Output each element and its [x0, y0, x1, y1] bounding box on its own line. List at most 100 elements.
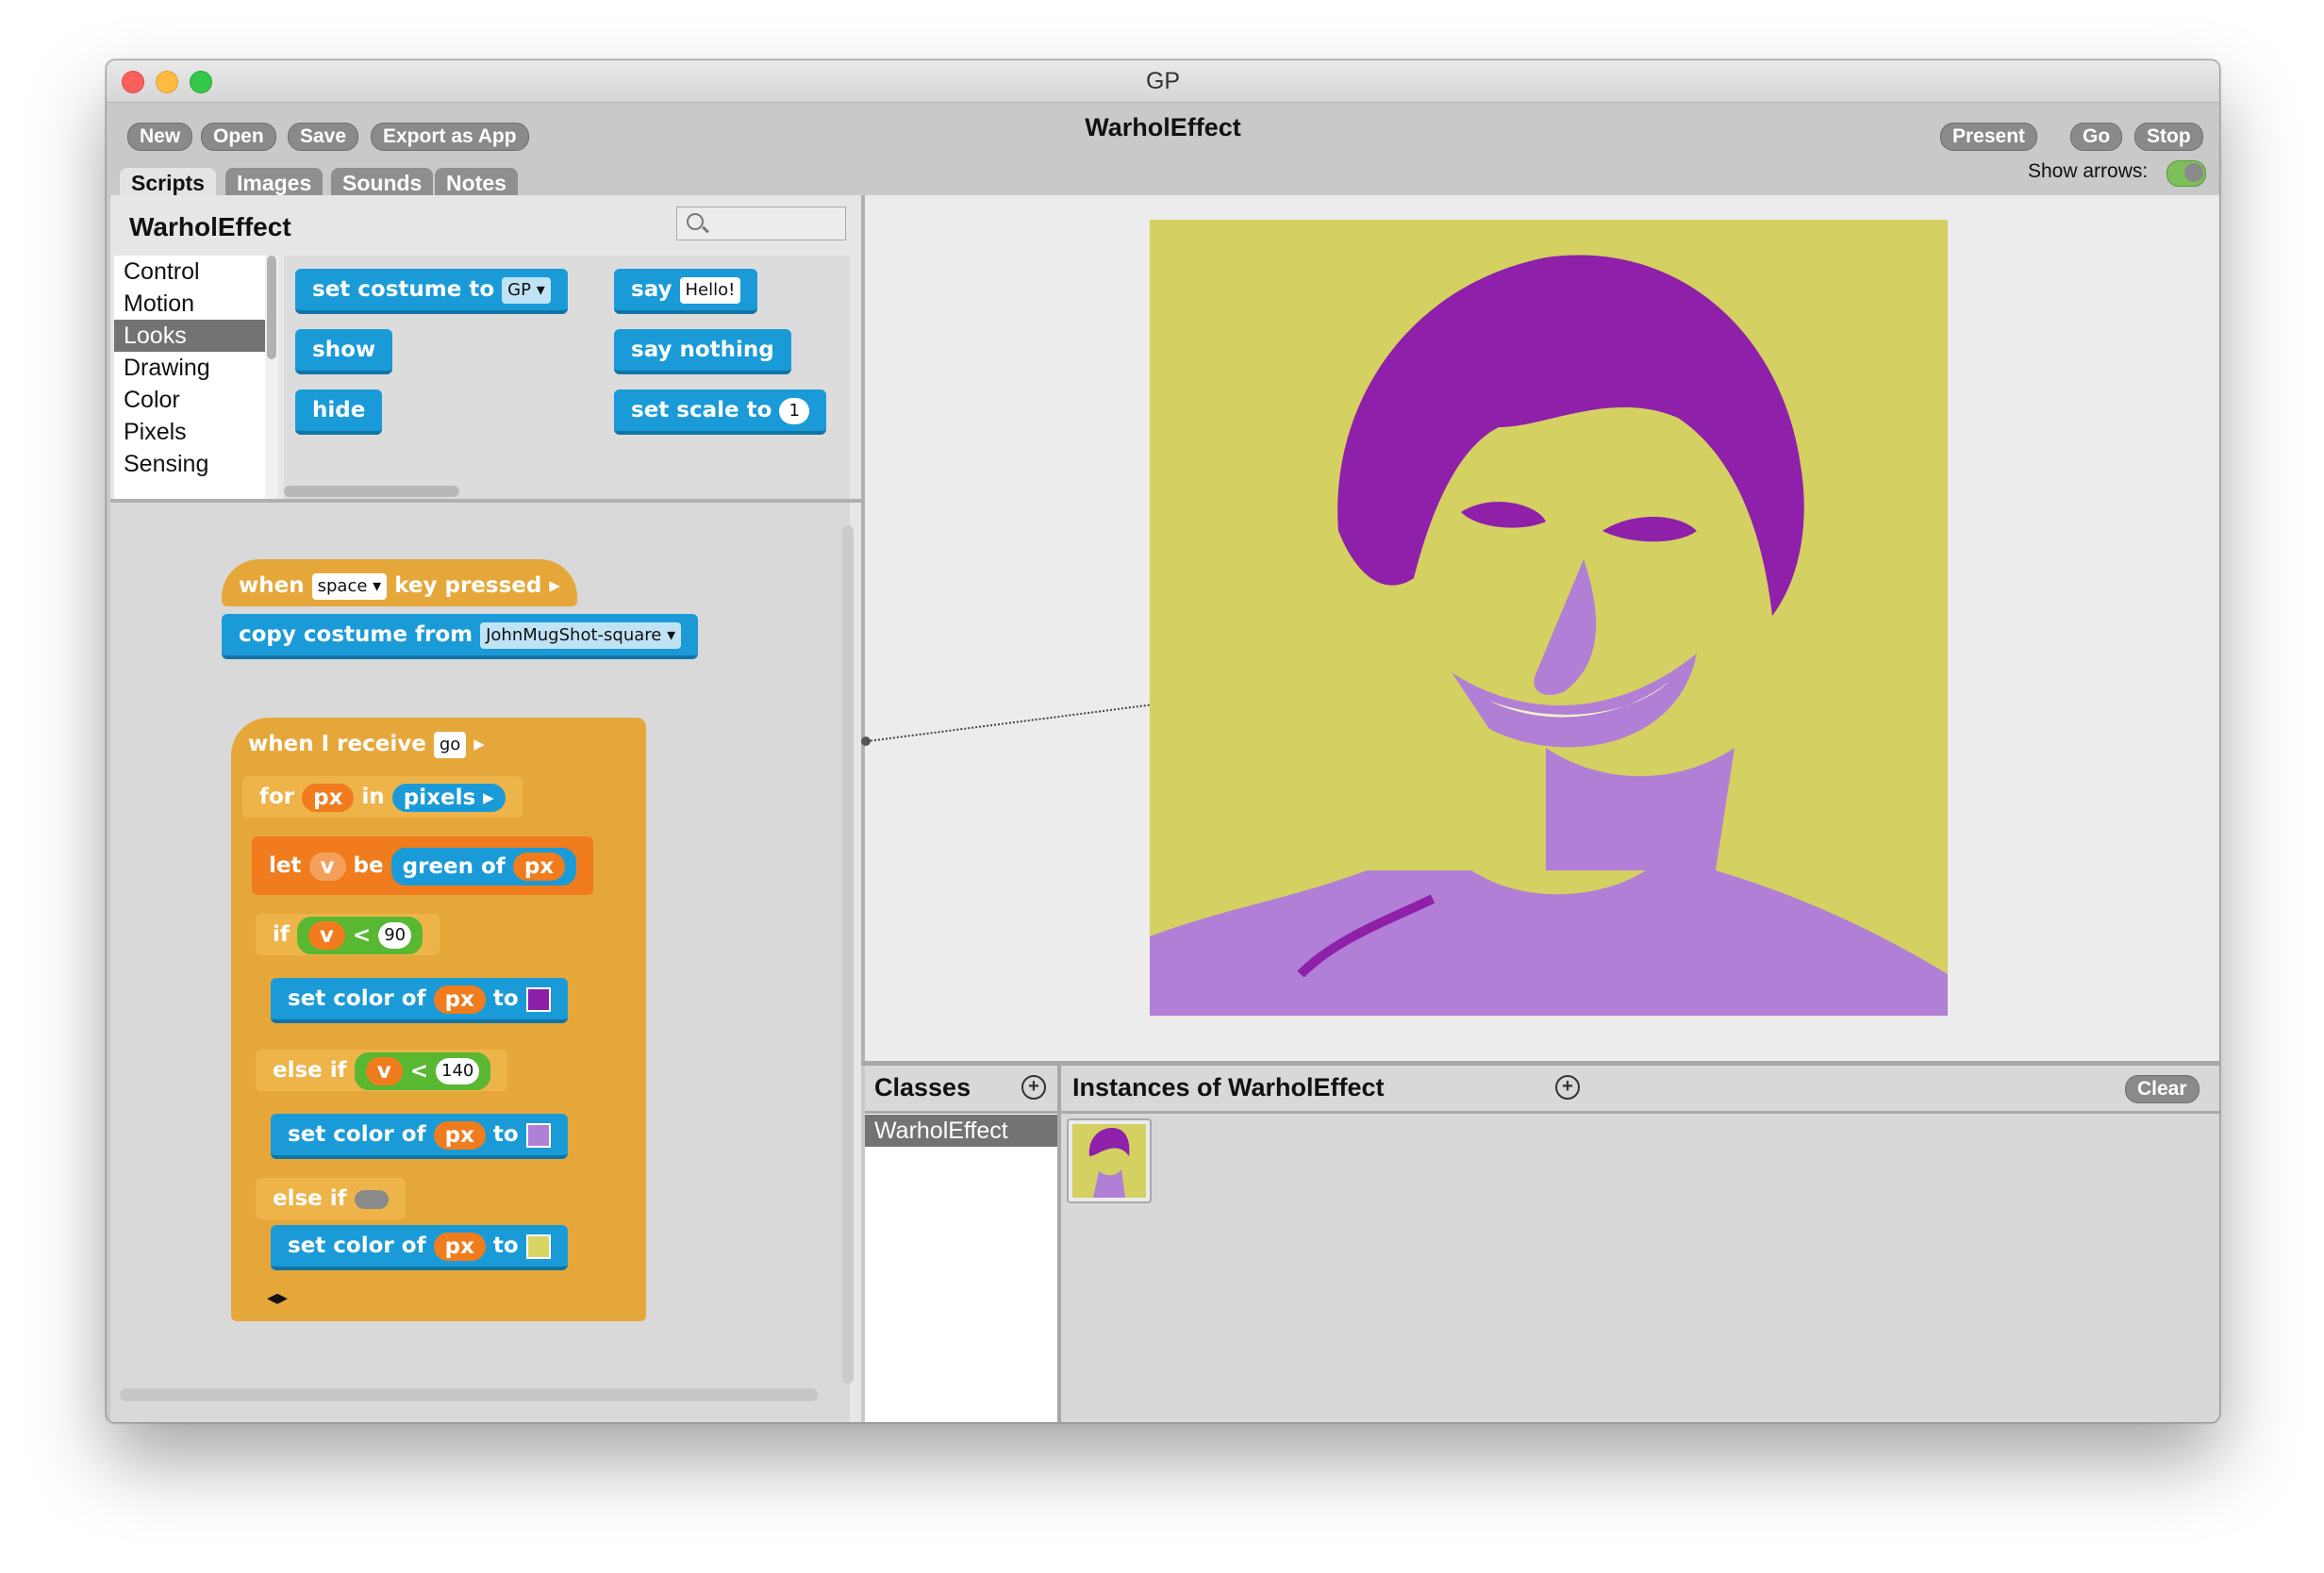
if-label: if [273, 922, 290, 947]
project-title: WarholEffect [1085, 113, 1241, 141]
else-if-label-2: else if [273, 1186, 347, 1211]
gp-window: GP New Open Save Export as App WarholEff… [106, 59, 2220, 1423]
instances-title: Instances of WarholEffect [1072, 1073, 1385, 1101]
warhol-face-icon [1150, 220, 1948, 1016]
when-receive-hat-block[interactable]: when I receive go ▸ [231, 723, 502, 765]
set-color-px-2[interactable]: px [433, 1120, 486, 1150]
add-class-icon[interactable]: + [1021, 1075, 1046, 1100]
when-key-hat-block[interactable]: when space ▾ key pressed ▸ [222, 559, 577, 606]
in-label: in [361, 785, 385, 809]
scripts-hscroll[interactable] [120, 1388, 818, 1401]
be-label: be [353, 853, 384, 878]
category-control[interactable]: Control [114, 256, 265, 288]
lt-op-1: < [352, 922, 372, 948]
scale-input[interactable]: 1 [779, 397, 809, 424]
copy-costume-label: copy costume from [239, 622, 473, 647]
set-color-block-1[interactable]: set color of px to [271, 978, 568, 1023]
else-if-block-2[interactable]: else if [256, 1178, 406, 1219]
set-color-px-1[interactable]: px [433, 985, 486, 1014]
title-bar: GP [107, 60, 2219, 103]
green-of-px[interactable]: px [512, 853, 566, 881]
say-block[interactable]: say Hello! [614, 269, 758, 314]
category-sensing[interactable]: Sensing [114, 448, 265, 480]
else-if-block-1[interactable]: else if v < 140 [256, 1050, 508, 1091]
add-instance-icon[interactable]: + [1555, 1075, 1580, 1100]
warhol-image[interactable] [1150, 220, 1948, 1016]
green-of-label: green of [402, 853, 506, 879]
set-color-px-3[interactable]: px [433, 1232, 486, 1261]
color-swatch-yellow[interactable] [525, 1234, 551, 1259]
costume-source-dropdown[interactable]: JohnMugShot-square ▾ [480, 621, 682, 649]
if-block[interactable]: if v < 90 [256, 914, 440, 955]
category-drawing[interactable]: Drawing [114, 352, 265, 384]
v-variable[interactable]: v [308, 852, 346, 881]
set-color-label-3: set color of [288, 1234, 426, 1258]
category-looks[interactable]: Looks [114, 320, 265, 352]
set-costume-block[interactable]: set costume to GP ▾ [295, 269, 568, 314]
block-palette: set costume to GP ▾ show hide say Hello!… [284, 256, 850, 499]
tab-notes[interactable]: Notes [435, 168, 518, 198]
set-color-label-1: set color of [288, 986, 426, 1011]
category-list: Control Motion Looks Drawing Color Pixel… [114, 256, 265, 499]
classes-title: Classes [874, 1073, 971, 1101]
px-variable[interactable]: px [302, 783, 355, 812]
category-scrollbar[interactable] [265, 256, 278, 499]
for-loop-block[interactable]: for px in pixels ▸ [242, 776, 523, 818]
show-block[interactable]: show [295, 329, 393, 374]
go-button[interactable]: Go [2070, 123, 2123, 151]
tab-sounds[interactable]: Sounds [331, 168, 434, 198]
message-input[interactable]: go [433, 731, 467, 758]
n2-input[interactable]: 140 [436, 1058, 480, 1085]
category-motion[interactable]: Motion [114, 288, 265, 320]
category-scroll-thumb[interactable] [267, 256, 276, 359]
boolean-toggle[interactable] [354, 1189, 389, 1209]
lt-op-2: < [409, 1058, 428, 1084]
say-nothing-block[interactable]: say nothing [614, 329, 791, 374]
to-label-2: to [492, 1122, 519, 1147]
stage[interactable] [861, 195, 2219, 1061]
category-pixels[interactable]: Pixels [114, 416, 265, 448]
if-v-var[interactable]: v [307, 921, 345, 950]
scripts-vscroll[interactable] [842, 525, 854, 1383]
hide-block[interactable]: hide [295, 389, 383, 435]
scripts-panel: WarholEffect Control Motion Looks Drawin… [110, 195, 861, 1422]
copy-costume-block[interactable]: copy costume from JohnMugShot-square ▾ [222, 614, 699, 659]
v-less-140-condition[interactable]: v < 140 [354, 1051, 491, 1090]
v-less-90-condition[interactable]: v < 90 [296, 916, 423, 954]
instances-pane: Instances of WarholEffect + Clear [1061, 1066, 2219, 1422]
color-swatch-light-purple[interactable] [525, 1122, 551, 1148]
clear-button[interactable]: Clear [2125, 1075, 2200, 1103]
palette-hscroll[interactable] [284, 486, 459, 497]
show-arrows-toggle[interactable] [2166, 160, 2206, 187]
search-input[interactable] [676, 207, 846, 240]
window-title: GP [1145, 68, 1181, 94]
instances-header: Instances of WarholEffect + Clear [1061, 1066, 2219, 1114]
n1-input[interactable]: 90 [378, 922, 412, 949]
stop-button[interactable]: Stop [2134, 123, 2203, 151]
show-arrows-label: Show arrows: [2028, 160, 2149, 182]
green-of-reporter[interactable]: green of px [390, 847, 577, 886]
key-pressed-label: key pressed [394, 573, 542, 598]
key-dropdown-value: space [317, 575, 368, 596]
classes-pane: Classes + WarholEffect [865, 1066, 1061, 1422]
set-costume-label: set costume to [312, 277, 495, 302]
tab-scripts[interactable]: Scripts [120, 168, 216, 198]
set-color-block-2[interactable]: set color of px to [271, 1114, 568, 1159]
set-color-block-3[interactable]: set color of px to [271, 1225, 568, 1270]
set-scale-block[interactable]: set scale to 1 [614, 389, 826, 435]
pixels-reporter[interactable]: pixels ▸ [391, 783, 506, 812]
class-item-warholeffect[interactable]: WarholEffect [865, 1115, 1057, 1147]
say-input[interactable]: Hello! [679, 276, 741, 304]
scripts-area[interactable]: when space ▾ key pressed ▸ copy costume … [110, 503, 850, 1422]
expand-arrows-icon[interactable]: ◂▸ [267, 1285, 288, 1310]
classes-header: Classes + [865, 1066, 1057, 1114]
elseif-v-var[interactable]: v [365, 1057, 403, 1085]
color-swatch-dark-purple[interactable] [525, 986, 551, 1012]
tab-images[interactable]: Images [225, 168, 324, 198]
key-dropdown[interactable]: space ▾ [311, 572, 388, 600]
let-block[interactable]: let v be green of px [252, 836, 594, 895]
costume-dropdown[interactable]: GP ▾ [502, 276, 551, 304]
category-color[interactable]: Color [114, 384, 265, 416]
present-button[interactable]: Present [1940, 123, 2038, 151]
instance-thumbnail[interactable] [1067, 1118, 1152, 1203]
